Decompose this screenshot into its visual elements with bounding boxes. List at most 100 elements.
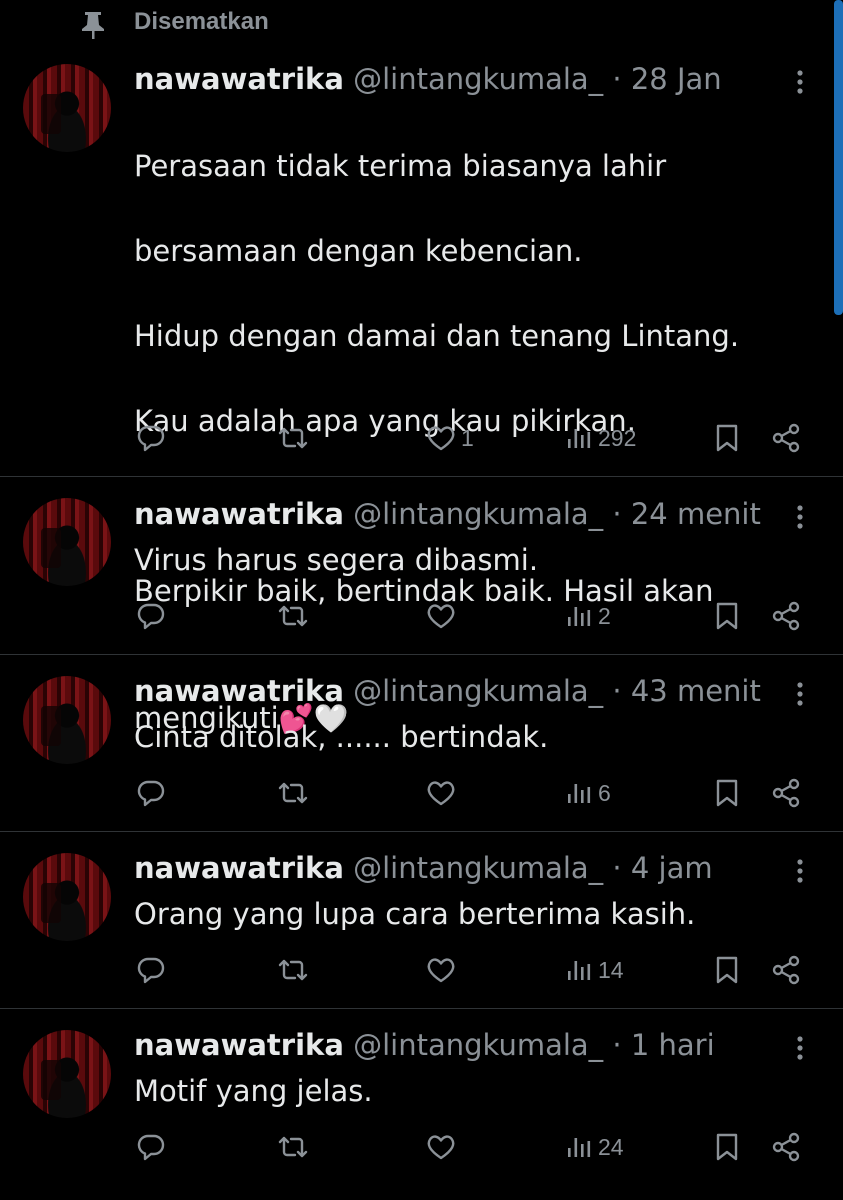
timeline: Disematkan nawawatrika @lintangkumala_ ·…	[0, 0, 843, 1200]
avatar[interactable]	[23, 853, 111, 941]
retweet-icon	[275, 423, 311, 453]
display-name[interactable]: nawawatrika	[134, 851, 344, 885]
display-name[interactable]: nawawatrika	[134, 674, 344, 708]
handle[interactable]: @lintangkumala_	[353, 62, 603, 96]
bookmark-icon	[714, 601, 740, 631]
separator-dot: ·	[612, 1028, 622, 1062]
tweet-text: Virus harus segera dibasmi.	[134, 543, 539, 577]
timestamp[interactable]: 4 jam	[631, 851, 713, 885]
like-icon	[425, 601, 457, 631]
like-icon	[425, 955, 457, 985]
more-icon[interactable]	[790, 678, 810, 710]
views-count: 6	[598, 779, 611, 806]
display-name[interactable]: nawawatrika	[134, 497, 344, 531]
views-button[interactable]: 292	[566, 422, 636, 454]
bookmark-button[interactable]	[714, 600, 740, 632]
retweet-icon	[275, 1132, 311, 1162]
share-button[interactable]	[770, 1131, 802, 1163]
like-icon	[425, 423, 457, 453]
timestamp[interactable]: 43 menit	[631, 674, 761, 708]
bookmark-button[interactable]	[714, 1131, 740, 1163]
avatar[interactable]	[23, 64, 111, 152]
bookmark-button[interactable]	[714, 954, 740, 986]
more-icon[interactable]	[790, 501, 810, 533]
tweet-line: Hidup dengan damai dan tenang Lintang.	[134, 318, 740, 353]
retweet-icon	[275, 778, 311, 808]
timestamp[interactable]: 24 menit	[631, 497, 761, 531]
views-button[interactable]: 14	[566, 954, 624, 986]
handle[interactable]: @lintangkumala_	[353, 1028, 603, 1062]
retweet-button[interactable]	[275, 600, 311, 632]
views-count: 14	[598, 956, 624, 983]
handle[interactable]: @lintangkumala_	[353, 674, 603, 708]
handle[interactable]: @lintangkumala_	[353, 851, 603, 885]
more-icon[interactable]	[790, 855, 810, 887]
retweet-icon	[275, 955, 311, 985]
views-icon	[566, 1132, 594, 1162]
reply-icon	[136, 601, 166, 631]
like-button[interactable]	[425, 777, 457, 809]
views-count: 24	[598, 1133, 624, 1160]
tweet-text: Orang yang lupa cara berterima kasih.	[134, 897, 696, 931]
like-button[interactable]	[425, 600, 457, 632]
like-count: 1	[461, 424, 474, 451]
tweet-line: bersamaan dengan kebencian.	[134, 233, 583, 268]
tweet-text: Motif yang jelas.	[134, 1074, 373, 1108]
timestamp[interactable]: 1 hari	[631, 1028, 715, 1062]
handle[interactable]: @lintangkumala_	[353, 497, 603, 531]
retweet-button[interactable]	[275, 954, 311, 986]
share-button[interactable]	[770, 600, 802, 632]
tweet-header: nawawatrika @lintangkumala_ · 24 menit	[134, 496, 761, 532]
reply-button[interactable]	[136, 422, 166, 454]
reply-button[interactable]	[136, 777, 166, 809]
reply-button[interactable]	[136, 1131, 166, 1163]
display-name[interactable]: nawawatrika	[134, 1028, 344, 1062]
views-count: 292	[598, 424, 637, 451]
views-icon	[566, 778, 594, 808]
separator-dot: ·	[612, 497, 622, 531]
share-icon	[770, 1132, 802, 1162]
reply-icon	[136, 423, 166, 453]
tweet-header: nawawatrika @lintangkumala_ · 28 Jan	[134, 61, 722, 97]
like-button[interactable]	[425, 1131, 457, 1163]
tweet[interactable]: nawawatrika @lintangkumala_ · 4 jam Oran…	[0, 832, 843, 1008]
avatar[interactable]	[23, 676, 111, 764]
bookmark-icon	[714, 778, 740, 808]
bookmark-icon	[714, 1132, 740, 1162]
bookmark-button[interactable]	[714, 422, 740, 454]
share-icon	[770, 423, 802, 453]
bookmark-button[interactable]	[714, 777, 740, 809]
share-icon	[770, 955, 802, 985]
tweet[interactable]: nawawatrika @lintangkumala_ · 28 Jan Per…	[0, 0, 843, 735]
reply-button[interactable]	[136, 954, 166, 986]
display-name[interactable]: nawawatrika	[134, 62, 344, 96]
views-button[interactable]: 24	[566, 1131, 624, 1163]
avatar[interactable]	[23, 1030, 111, 1118]
like-button[interactable]: 1	[425, 422, 474, 454]
views-button[interactable]: 2	[566, 600, 611, 632]
retweet-button[interactable]	[275, 422, 311, 454]
share-button[interactable]	[770, 777, 802, 809]
tweet[interactable]: nawawatrika @lintangkumala_ · 24 menit V…	[0, 477, 843, 654]
retweet-icon	[275, 601, 311, 631]
reply-icon	[136, 1132, 166, 1162]
timestamp[interactable]: 28 Jan	[631, 62, 722, 96]
separator-dot: ·	[612, 674, 622, 708]
retweet-button[interactable]	[275, 777, 311, 809]
more-icon[interactable]	[790, 1032, 810, 1064]
tweet[interactable]: nawawatrika @lintangkumala_ · 1 hari Mot…	[0, 1009, 843, 1200]
like-icon	[425, 778, 457, 808]
like-button[interactable]	[425, 954, 457, 986]
reply-icon	[136, 955, 166, 985]
avatar[interactable]	[23, 498, 111, 586]
more-icon[interactable]	[790, 66, 810, 98]
reply-button[interactable]	[136, 600, 166, 632]
tweet-line: Perasaan tidak terima biasanya lahir	[134, 148, 667, 183]
views-button[interactable]: 6	[566, 777, 611, 809]
share-button[interactable]	[770, 954, 802, 986]
retweet-button[interactable]	[275, 1131, 311, 1163]
views-icon	[566, 423, 594, 453]
separator-dot: ·	[612, 62, 622, 96]
tweet[interactable]: nawawatrika @lintangkumala_ · 43 menit C…	[0, 655, 843, 831]
share-button[interactable]	[770, 422, 802, 454]
